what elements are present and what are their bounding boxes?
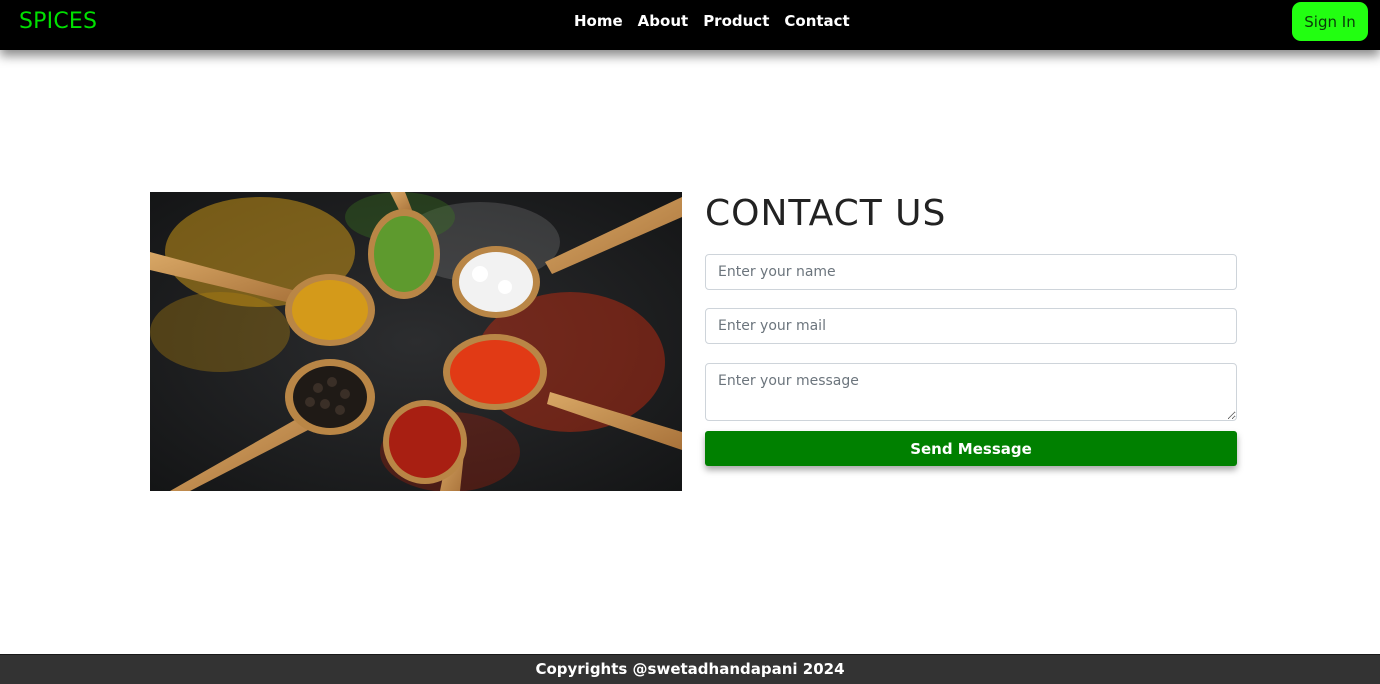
nav-link-contact[interactable]: Contact: [784, 12, 849, 30]
spices-image: [150, 192, 682, 491]
message-textarea[interactable]: [705, 363, 1237, 421]
copyright-text: Copyrights @swetadhandapani 2024: [535, 660, 845, 678]
contact-title: CONTACT US: [705, 193, 947, 234]
navbar: SPICES Home About Product Contact Sign I…: [0, 0, 1380, 50]
brand-logo[interactable]: SPICES: [19, 9, 97, 34]
nav-link-about[interactable]: About: [638, 12, 689, 30]
send-message-button[interactable]: Send Message: [705, 431, 1237, 466]
mail-input[interactable]: [705, 308, 1237, 344]
nav-link-home[interactable]: Home: [574, 12, 623, 30]
footer: Copyrights @swetadhandapani 2024: [0, 654, 1380, 684]
nav-links: Home About Product Contact: [574, 12, 850, 30]
spices-illustration: [150, 192, 682, 491]
name-input[interactable]: [705, 254, 1237, 290]
sign-in-button[interactable]: Sign In: [1292, 2, 1368, 41]
nav-link-product[interactable]: Product: [703, 12, 769, 30]
